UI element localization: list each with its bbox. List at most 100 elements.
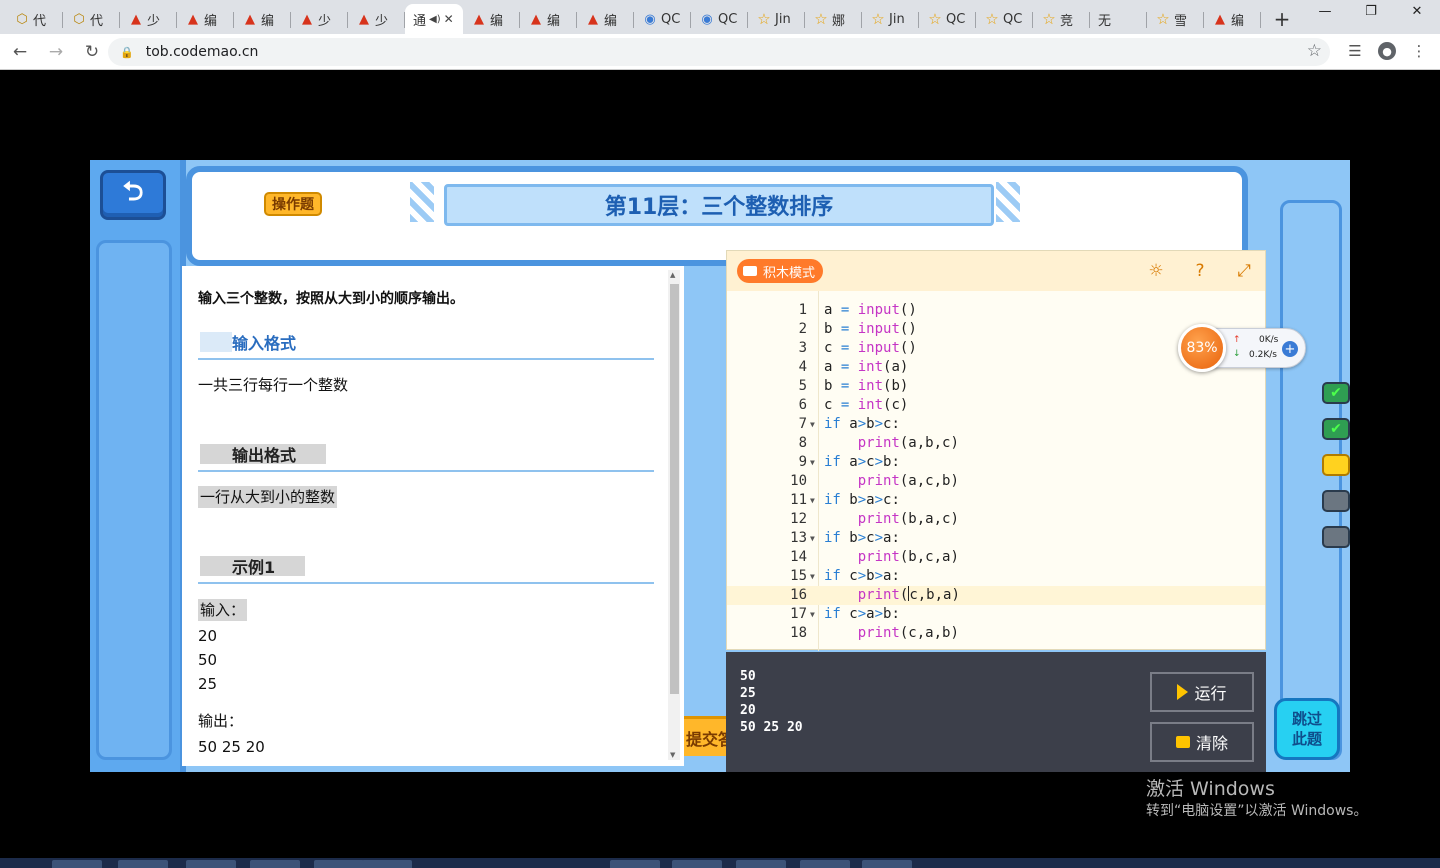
taskbar-item[interactable] (362, 860, 412, 868)
code-line[interactable]: 7 ▼ if a>b>c: (727, 415, 1265, 434)
browser-tab[interactable]: ◉ QC (691, 4, 748, 34)
speed-plus-icon[interactable]: + (1282, 341, 1298, 357)
scroll-up-icon[interactable]: ▲ (670, 271, 675, 279)
code-line[interactable]: 13 ▼ if b>c>a: (727, 529, 1265, 548)
clear-button[interactable]: 清除 (1150, 722, 1254, 762)
browser-tab[interactable]: ☆ 娜 (805, 4, 862, 34)
browser-tab[interactable]: ▲ 编 (1204, 4, 1261, 34)
browser-tab[interactable]: ⬡ 代 (6, 4, 63, 34)
memory-usage-ball[interactable]: 83% (1178, 324, 1226, 372)
reload-button[interactable]: ↻ (76, 36, 108, 68)
problem-scrollbar[interactable]: ▲ ▼ (668, 270, 680, 760)
code-line[interactable]: 15 ▼ if c>b>a: (727, 567, 1265, 586)
browser-tab[interactable]: ☆ Jin (862, 4, 919, 34)
taskbar-item[interactable] (314, 860, 364, 868)
profile-avatar-icon[interactable]: ● (1378, 42, 1396, 60)
level-indicator-locked[interactable] (1322, 490, 1350, 512)
submit-answer-button[interactable]: 提交答案 (684, 716, 728, 756)
code-text: print(a,c,b) (857, 473, 959, 489)
code-line[interactable]: 11 ▼ if b>a>c: (727, 491, 1265, 510)
taskbar-item[interactable] (186, 860, 236, 868)
forward-nav-button[interactable]: → (40, 36, 72, 68)
code-line[interactable]: 14 print(b,c,a) (727, 548, 1265, 567)
browser-tab[interactable]: ☆ QC (919, 4, 976, 34)
scrollbar-thumb[interactable] (670, 284, 679, 694)
download-arrow-icon: ↓ (1233, 349, 1241, 359)
browser-tab[interactable]: 通 ◀) ✕ (405, 4, 463, 34)
taskbar-item[interactable] (736, 860, 786, 868)
code-text: if c>a>b: (824, 606, 900, 622)
browser-tab[interactable]: 无 (1090, 4, 1147, 34)
minimize-button[interactable]: — (1302, 0, 1348, 22)
media-queue-icon[interactable]: ☰ (1344, 39, 1366, 63)
back-button[interactable]: ⮌ (100, 170, 166, 220)
help-icon[interactable]: ? (1189, 260, 1211, 282)
code-line[interactable]: 8 print(a,b,c) (727, 434, 1265, 453)
code-editor[interactable]: 积木模式 ☼ ? ⤢ 1 a = input() 2 b = input() 3 c = … (726, 250, 1266, 651)
fold-arrow-icon[interactable]: ▼ (810, 491, 815, 510)
close-window-button[interactable]: ✕ (1394, 0, 1440, 22)
code-line[interactable]: 1 a = input() (727, 301, 1265, 320)
taskbar-item[interactable] (800, 860, 850, 868)
fold-arrow-icon[interactable]: ▼ (810, 453, 815, 472)
browser-tab[interactable]: ☆ Jin (748, 4, 805, 34)
close-tab-icon[interactable]: ✕ (444, 12, 454, 26)
browser-tab[interactable]: ⬡ 代 (63, 4, 120, 34)
taskbar-item[interactable] (52, 860, 102, 868)
theme-sun-icon[interactable]: ☼ (1145, 260, 1167, 282)
console-line: 25 (740, 686, 756, 701)
menu-kebab-icon[interactable]: ⋮ (1408, 39, 1430, 63)
code-line[interactable]: 9 ▼ if a>c>b: (727, 453, 1265, 472)
code-line[interactable]: 16 print(c,b,a) (727, 586, 1265, 605)
fold-arrow-icon[interactable]: ▼ (810, 529, 815, 548)
browser-tab[interactable]: ▲ 编 (577, 4, 634, 34)
browser-tab[interactable]: ▲ 少 (120, 4, 177, 34)
problem-panel[interactable]: 输入三个整数，按照从大到小的顺序输出。 输入格式 一共三行每行一个整数 输出格式… (182, 266, 684, 766)
run-button[interactable]: 运行 (1150, 672, 1254, 712)
browser-tab[interactable]: ▲ 编 (520, 4, 577, 34)
code-line[interactable]: 12 print(b,a,c) (727, 510, 1265, 529)
new-tab-button[interactable]: + (1267, 4, 1297, 34)
taskbar-item[interactable] (118, 860, 168, 868)
browser-tab[interactable]: ▲ 编 (234, 4, 291, 34)
taskbar-item[interactable] (610, 860, 660, 868)
browser-tab[interactable]: ▲ 少 (348, 4, 405, 34)
code-line[interactable]: 5 b = int(b) (727, 377, 1265, 396)
skip-question-button[interactable]: 跳过此题 (1274, 698, 1340, 760)
code-text: print(c,b,a) (857, 586, 960, 603)
browser-tab[interactable]: ▲ 编 (463, 4, 520, 34)
taskbar-item[interactable] (672, 860, 722, 868)
code-line[interactable]: 17 ▼ if c>a>b: (727, 605, 1265, 624)
bookmark-star-icon[interactable]: ☆ (1307, 41, 1322, 61)
code-line[interactable]: 18 print(c,a,b) (727, 624, 1265, 643)
restore-button[interactable]: ❐ (1348, 0, 1394, 22)
scroll-down-icon[interactable]: ▼ (670, 751, 675, 759)
browser-tab[interactable]: ☆ 雪 (1147, 4, 1204, 34)
fold-arrow-icon[interactable]: ▼ (810, 605, 815, 624)
code-line[interactable]: 10 print(a,c,b) (727, 472, 1265, 491)
browser-tab[interactable]: ▲ 少 (291, 4, 348, 34)
code-text: a = int(a) (824, 359, 909, 375)
browser-tab[interactable]: ▲ 编 (177, 4, 234, 34)
level-indicator-done[interactable]: ✔ (1322, 382, 1350, 404)
taskbar-item[interactable] (862, 860, 912, 868)
level-indicator-locked[interactable] (1322, 526, 1350, 548)
browser-tab[interactable]: ☆ QC (976, 4, 1033, 34)
back-nav-button[interactable]: ← (4, 36, 36, 68)
address-bar: ← → ↻ 🔒 tob.codemao.cn ☆ ☰ ● ⋮ (0, 34, 1440, 70)
fold-arrow-icon[interactable]: ▼ (810, 415, 815, 434)
code-line[interactable]: 6 c = int(c) (727, 396, 1265, 415)
taskbar-item[interactable] (250, 860, 300, 868)
browser-tab[interactable]: ◉ QC (634, 4, 691, 34)
level-indicator-current[interactable] (1322, 454, 1350, 476)
level-indicator-done[interactable]: ✔ (1322, 418, 1350, 440)
fold-arrow-icon[interactable]: ▼ (810, 567, 815, 586)
example-input-label: 输入： (198, 599, 248, 621)
codemao-icon: ▲ (474, 11, 484, 27)
line-number: 6 (798, 397, 807, 413)
audio-playing-icon[interactable]: ◀) (429, 14, 441, 25)
url-input[interactable]: 🔒 tob.codemao.cn ☆ (108, 38, 1330, 66)
block-mode-toggle[interactable]: 积木模式 (737, 259, 824, 283)
fullscreen-icon[interactable]: ⤢ (1233, 260, 1255, 282)
browser-tab[interactable]: ☆ 竞 (1033, 4, 1090, 34)
